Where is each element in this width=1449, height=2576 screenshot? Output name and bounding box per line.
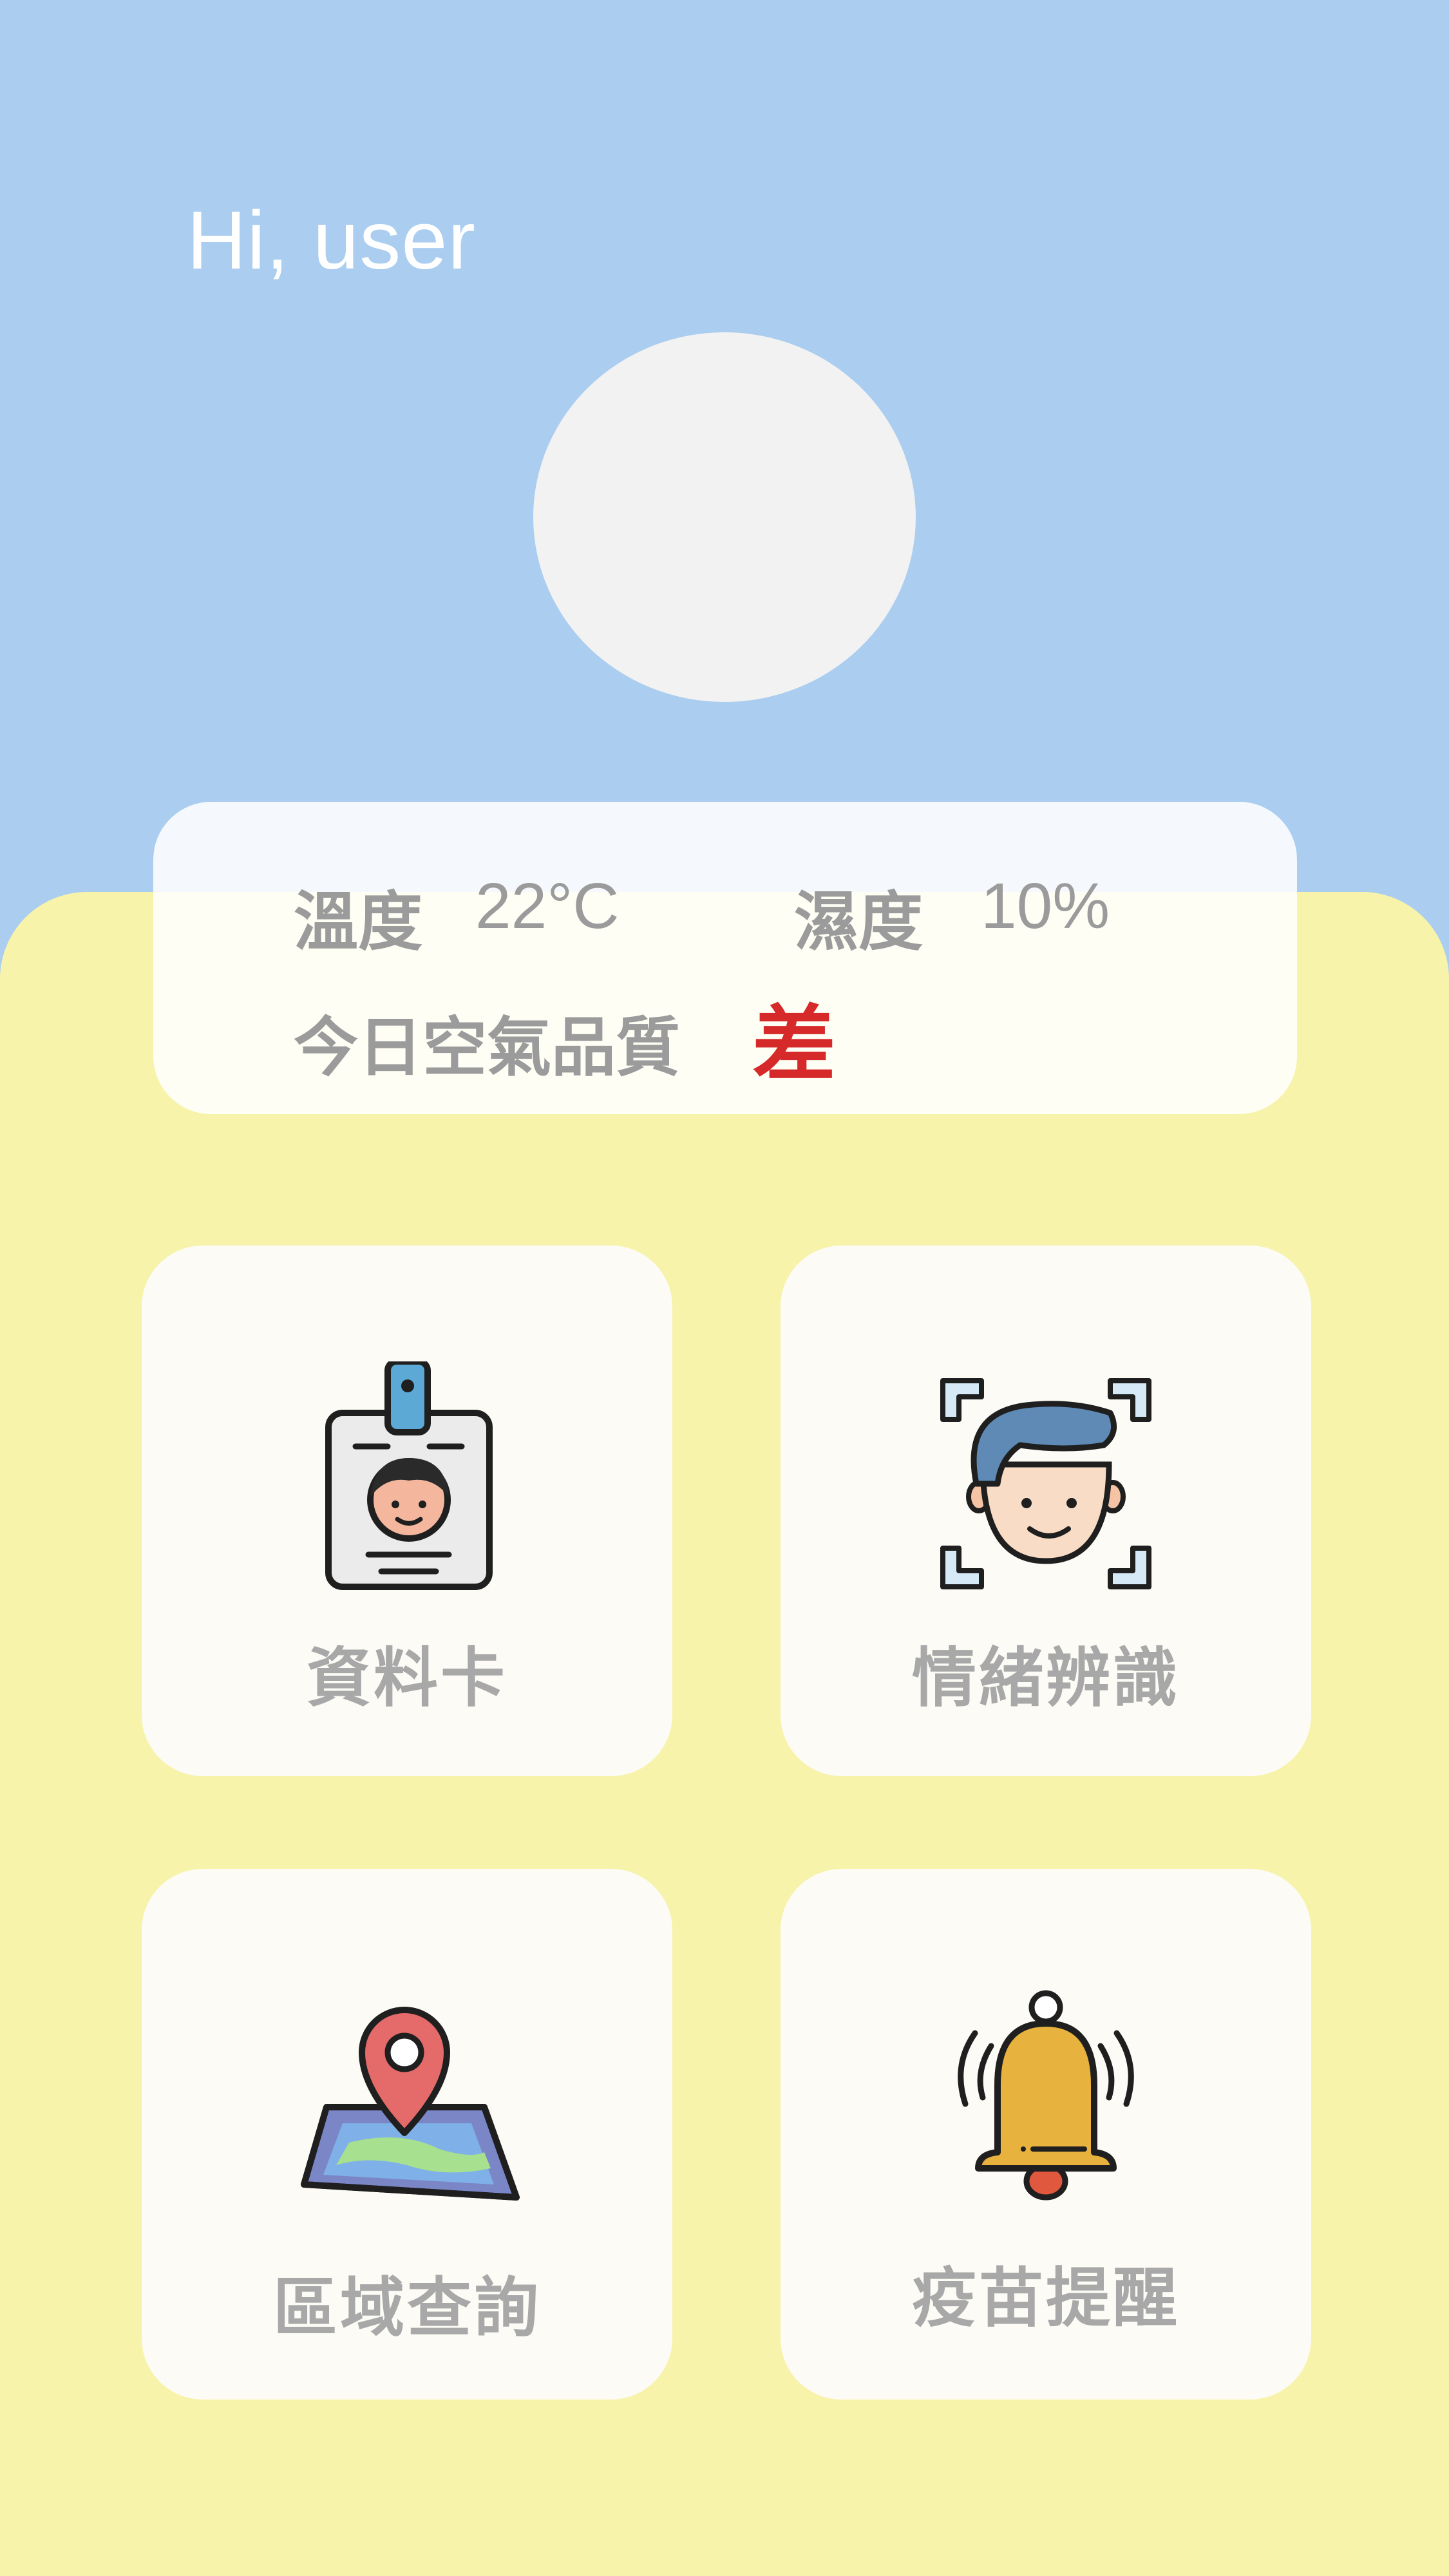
- tile-label: 疫苗提醒: [912, 2260, 1180, 2336]
- tile-area-search[interactable]: 區域查詢: [142, 1869, 672, 2400]
- tile-label: 資料卡: [307, 1640, 507, 1716]
- humidity-label: 濕度: [794, 884, 923, 960]
- id-card-icon: [325, 1361, 493, 1590]
- temperature-label: 溫度: [294, 884, 422, 960]
- bell-icon: [958, 1990, 1134, 2201]
- tile-vaccine-reminder[interactable]: 疫苗提醒: [781, 1869, 1311, 2400]
- air-quality-label: 今日空氣品質: [294, 1010, 680, 1085]
- face-scan-icon: [940, 1378, 1151, 1589]
- tile-emotion-recognition[interactable]: 情緒辨識: [781, 1245, 1311, 1776]
- weather-card: 溫度 22°C 濕度 10% 今日空氣品質 差: [153, 802, 1297, 1114]
- temperature-value: 22°C: [475, 870, 620, 942]
- tile-label: 情緒辨識: [912, 1640, 1180, 1716]
- humidity-value: 10%: [981, 870, 1110, 942]
- avatar[interactable]: [533, 332, 916, 702]
- greeting-text: Hi, user: [187, 194, 476, 287]
- tile-label: 區域查詢: [273, 2270, 541, 2345]
- map-pin-icon: [301, 2007, 520, 2201]
- tile-id-card[interactable]: 資料卡: [142, 1245, 672, 1776]
- air-quality-value: 差: [752, 996, 837, 1094]
